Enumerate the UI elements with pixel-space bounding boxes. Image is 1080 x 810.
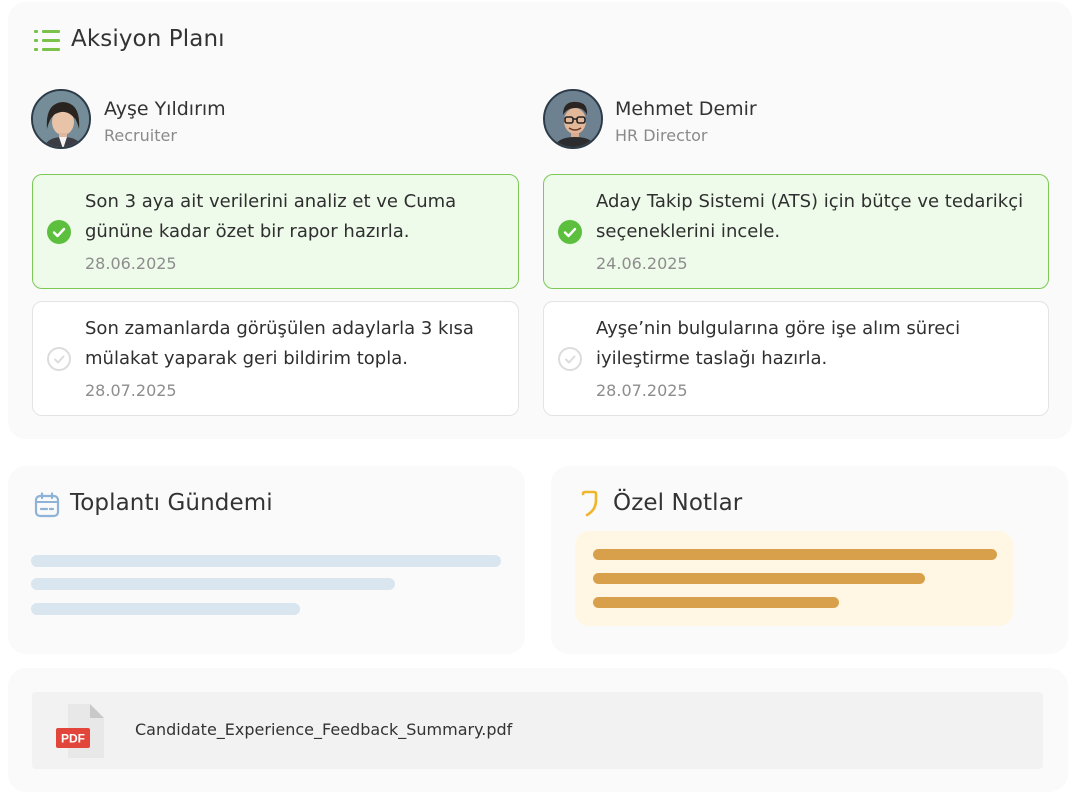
checkmark-icon[interactable] xyxy=(47,220,71,244)
person-role: HR Director xyxy=(615,126,708,145)
agenda-title: Toplantı Gündemi xyxy=(70,490,273,516)
person-name: Ayşe Yıldırım xyxy=(104,98,226,120)
task-item[interactable]: Ayşe’nin bulgularına göre işe alım sürec… xyxy=(543,301,1049,416)
avatar xyxy=(31,89,91,149)
placeholder-line xyxy=(593,597,839,608)
placeholder-line xyxy=(31,555,501,567)
quote-icon xyxy=(579,490,601,518)
checkmark-icon[interactable] xyxy=(47,347,71,371)
task-date: 28.06.2025 xyxy=(85,254,177,273)
action-plan-title: Aksiyon Planı xyxy=(71,26,225,52)
task-text: Son zamanlarda görüşülen adaylarla 3 kıs… xyxy=(85,318,474,369)
agenda-card: Toplantı Gündemi xyxy=(8,466,525,654)
placeholder-line xyxy=(31,603,300,615)
placeholder-line xyxy=(593,573,925,584)
pdf-badge: PDF xyxy=(61,732,85,746)
attachment-card: PDF Candidate_Experience_Feedback_Summar… xyxy=(8,668,1068,792)
action-plan-card: Aksiyon Planı Ayşe Yıldırım Recruiter Me… xyxy=(8,2,1072,439)
pdf-file-icon: PDF xyxy=(54,702,110,760)
avatar xyxy=(543,89,603,149)
checkmark-icon[interactable] xyxy=(558,220,582,244)
calendar-icon xyxy=(34,492,60,518)
task-date: 28.07.2025 xyxy=(85,381,177,400)
task-item[interactable]: Aday Takip Sistemi (ATS) için bütçe ve t… xyxy=(543,174,1049,289)
notes-card: Özel Notlar xyxy=(551,466,1068,654)
notes-title: Özel Notlar xyxy=(613,490,743,516)
file-name[interactable]: Candidate_Experience_Feedback_Summary.pd… xyxy=(135,720,512,739)
task-text: Ayşe’nin bulgularına göre işe alım sürec… xyxy=(596,318,961,369)
placeholder-line xyxy=(31,578,395,590)
file-row[interactable]: PDF Candidate_Experience_Feedback_Summar… xyxy=(32,692,1043,769)
placeholder-line xyxy=(593,549,997,560)
list-icon xyxy=(34,28,62,54)
task-item[interactable]: Son zamanlarda görüşülen adaylarla 3 kıs… xyxy=(32,301,519,416)
task-date: 24.06.2025 xyxy=(596,254,688,273)
task-item[interactable]: Son 3 aya ait verilerini analiz et ve Cu… xyxy=(32,174,519,289)
task-text: Aday Takip Sistemi (ATS) için bütçe ve t… xyxy=(596,191,1024,242)
person-role: Recruiter xyxy=(104,126,177,145)
person-name: Mehmet Demir xyxy=(615,98,757,120)
task-date: 28.07.2025 xyxy=(596,381,688,400)
notes-content xyxy=(575,531,1013,626)
task-text: Son 3 aya ait verilerini analiz et ve Cu… xyxy=(85,191,457,242)
checkmark-icon[interactable] xyxy=(558,347,582,371)
